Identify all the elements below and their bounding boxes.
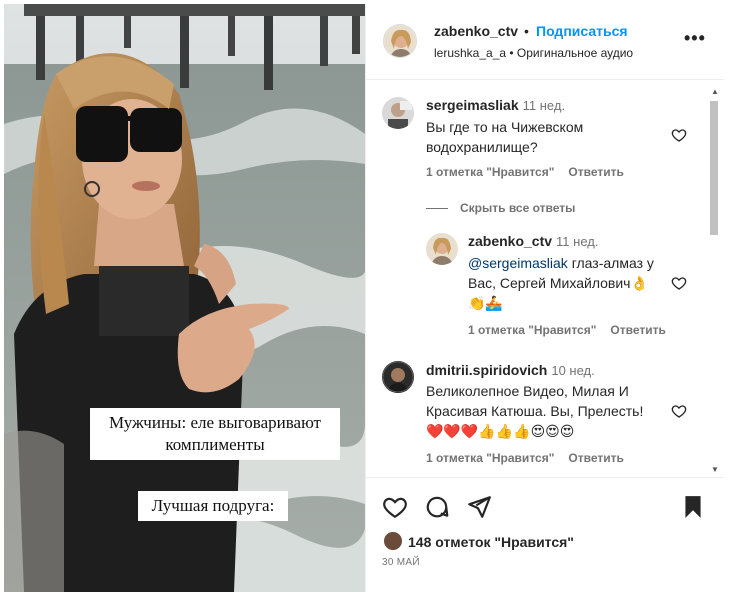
author-username[interactable]: zabenko_ctv	[434, 23, 518, 39]
comment-username[interactable]: dmitrii.spiridovich	[426, 362, 547, 378]
commenter-avatar[interactable]	[382, 97, 414, 129]
post-date[interactable]: 30 МАЙ	[382, 557, 420, 568]
share-icon[interactable]	[466, 494, 492, 520]
scroll-thumb[interactable]	[710, 101, 718, 235]
hide-replies-label: Скрыть все ответы	[460, 201, 576, 215]
audio-subline[interactable]: lerushka_a_a • Оригинальное аудио	[434, 46, 633, 60]
reply-time[interactable]: 11 нед.	[556, 234, 598, 249]
reply-text-line: Вас, Сергей Михайлович👌	[468, 275, 648, 291]
reply-button[interactable]: Ответить	[568, 451, 623, 465]
comments-scrollbar[interactable]: ▲ ▼	[708, 85, 720, 477]
reply-avatar[interactable]	[426, 233, 458, 265]
follow-button[interactable]: Подписаться	[536, 23, 628, 39]
commenter-avatar[interactable]	[382, 361, 414, 393]
divider	[426, 208, 448, 210]
reply-text: глаз-алмаз у	[567, 255, 654, 271]
comment-text-line: Красивая Катюша. Вы, Прелесть!	[426, 403, 644, 419]
comment-text-line: Великолепное Видео, Милая И	[426, 383, 629, 399]
reply-mention[interactable]: @sergeimasliak	[468, 255, 568, 271]
reply-button[interactable]: Ответить	[568, 165, 623, 179]
hide-replies-toggle[interactable]: Скрыть все ответы	[426, 201, 575, 215]
comment-username[interactable]: sergeimasliak	[426, 97, 519, 113]
reply-likes[interactable]: 1 отметка "Нравится"	[468, 323, 596, 337]
comments-list: sergeimasliak 11 нед. Вы где то на Чижевс…	[366, 81, 724, 477]
video-caption-bottom: Лучшая подруга:	[138, 491, 288, 521]
comment-icon[interactable]	[424, 494, 450, 520]
liker-avatar[interactable]	[382, 530, 404, 552]
comment-text-line: Вы где то на Чижевском	[426, 119, 584, 135]
comment-emoji: ❤️❤️❤️👍👍👍😍😍😍	[426, 423, 575, 439]
bookmark-icon[interactable]	[680, 494, 706, 520]
reel-video[interactable]: Мужчины: еле выговаривают комплименты Лу…	[4, 4, 365, 592]
scroll-up-arrow-icon[interactable]: ▲	[711, 87, 719, 96]
comment-likes[interactable]: 1 отметка "Нравится"	[426, 165, 554, 179]
reply-like-heart-icon[interactable]	[671, 275, 687, 291]
comment-time[interactable]: 10 нед.	[551, 363, 594, 378]
comment-like-heart-icon[interactable]	[671, 127, 687, 143]
reply-reply-button[interactable]: Ответить	[610, 323, 665, 337]
header-separator: •	[524, 23, 529, 39]
scroll-down-arrow-icon[interactable]: ▼	[711, 465, 719, 474]
post-header: zabenko_ctv • Подписаться lerushka_a_a •…	[366, 4, 724, 80]
comment-time[interactable]: 11 нед.	[523, 98, 565, 113]
likes-count[interactable]: 148 отметок "Нравится"	[408, 534, 574, 550]
comment-likes[interactable]: 1 отметка "Нравится"	[426, 451, 554, 465]
heart-icon[interactable]	[382, 494, 408, 520]
comment-like-heart-icon[interactable]	[671, 403, 687, 419]
reply-username[interactable]: zabenko_ctv	[468, 233, 552, 249]
more-dots-icon[interactable]: •••	[684, 28, 706, 49]
reply-emoji: 👏🚣	[468, 295, 503, 311]
post-panel: zabenko_ctv • Подписаться lerushka_a_a •…	[365, 4, 724, 592]
video-caption-top: Мужчины: еле выговаривают комплименты	[90, 408, 340, 460]
post-actions: 148 отметок "Нравится" 30 МАЙ	[366, 477, 724, 592]
author-avatar[interactable]	[383, 24, 417, 58]
comment-text-line: водохранилище?	[426, 139, 538, 155]
